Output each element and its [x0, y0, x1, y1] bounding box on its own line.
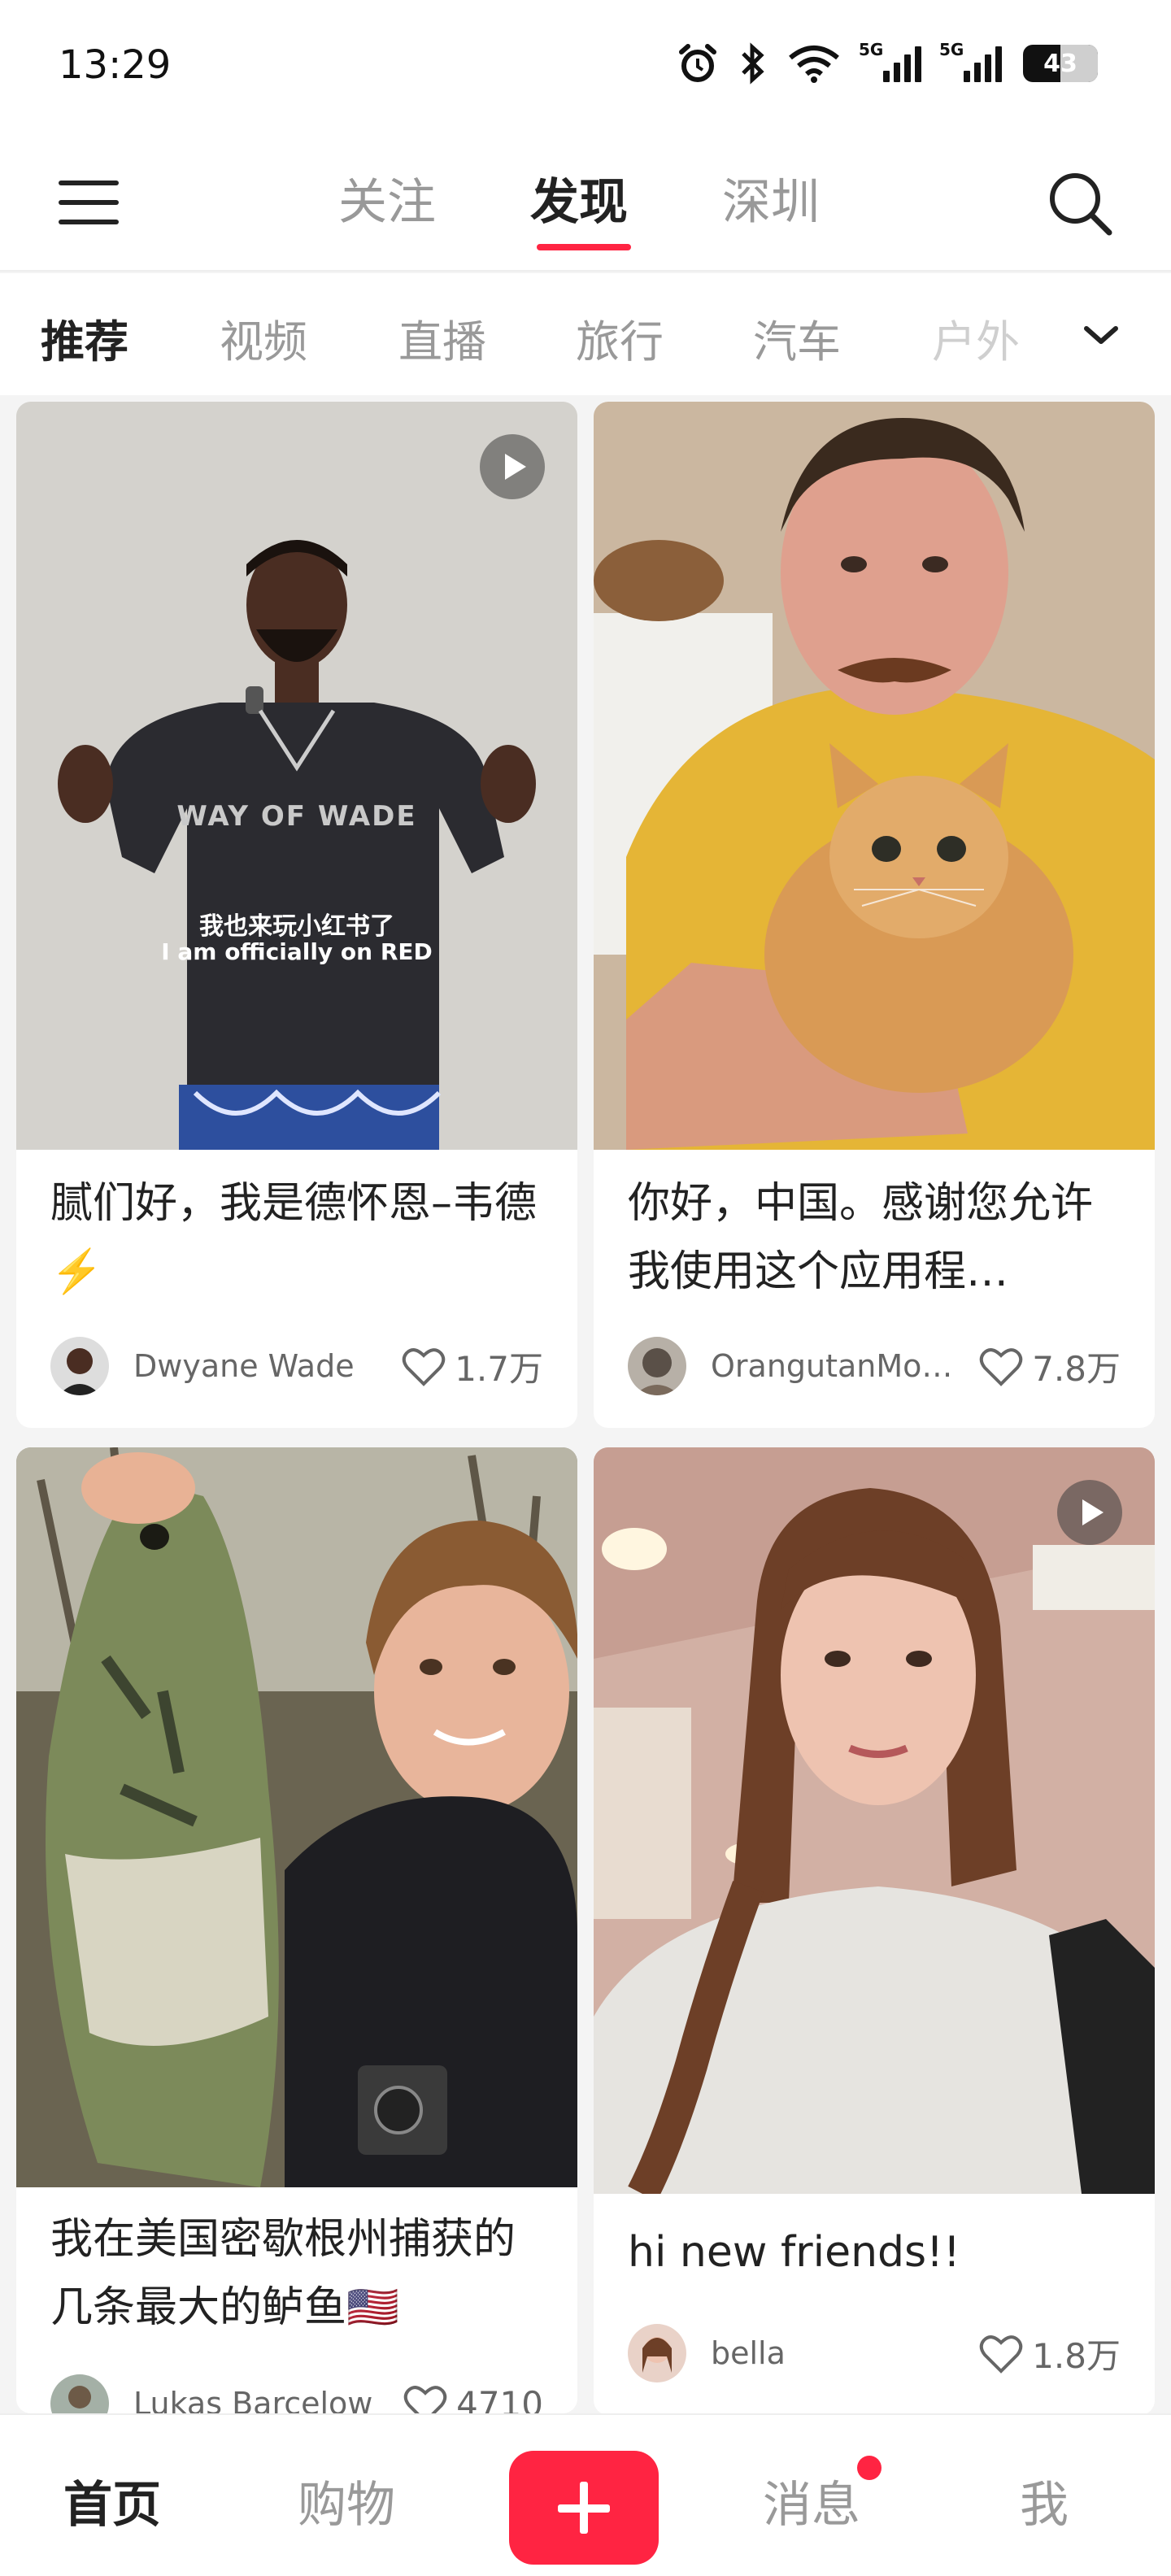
- tab-discover[interactable]: 发现: [530, 163, 628, 233]
- clock: 13:29: [59, 42, 172, 88]
- bluetooth-icon: [742, 42, 764, 85]
- nav-messages[interactable]: 消息: [763, 2465, 860, 2536]
- status-bar: 13:29 5G 5G 43: [0, 0, 1171, 130]
- author-name[interactable]: Lukas Barcelow: [133, 2386, 403, 2413]
- create-post-button[interactable]: [509, 2451, 659, 2565]
- alarm-icon: [679, 44, 716, 82]
- cover-photo: [594, 1447, 1155, 2194]
- shirt-text: WAY OF WADE: [176, 800, 417, 833]
- heart-icon: [403, 2386, 447, 2413]
- heart-icon: [979, 1348, 1023, 1386]
- author-name[interactable]: bella: [711, 2335, 978, 2371]
- bottom-navigation: 首页 购物 消息 我: [0, 2413, 1171, 2576]
- video-caption-cn: 我也来玩小红书了: [199, 912, 394, 941]
- feed-card[interactable]: 我在美国密歇根州捕获的几条最大的鲈鱼🇺🇸 Lukas Barcelow 4710: [16, 1447, 577, 2413]
- search-icon[interactable]: [1046, 169, 1114, 237]
- like-button[interactable]: 1.7万: [401, 1342, 543, 1391]
- signal-icon-2: 5G: [939, 40, 1002, 82]
- cover-image[interactable]: [594, 1447, 1155, 2194]
- heart-icon: [979, 2335, 1023, 2374]
- battery-icon: 43: [1023, 45, 1098, 82]
- like-button[interactable]: 7.8万: [978, 1342, 1121, 1391]
- nav-shopping[interactable]: 购物: [298, 2465, 395, 2536]
- post-title[interactable]: 腻们好，我是德怀恩–韦德⚡️: [50, 1169, 543, 1306]
- like-button[interactable]: 4710: [403, 2382, 543, 2413]
- feed-card[interactable]: hi new friends!! bella 1.8万: [594, 1447, 1155, 2415]
- like-button[interactable]: 1.8万: [978, 2329, 1121, 2378]
- signal-label-2: 5G: [939, 40, 964, 59]
- channel-bar: 推荐 视频 直播 旅行 汽车 户外: [0, 273, 1171, 395]
- wifi-icon: [789, 46, 839, 83]
- post-title[interactable]: 你好，中国。感谢您允许我使用这个应用程…: [628, 1169, 1121, 1306]
- signal-icon: 5G: [859, 40, 921, 82]
- channel-video[interactable]: 视频: [220, 306, 307, 370]
- cover-photo: [16, 1447, 577, 2187]
- avatar[interactable]: [628, 1337, 686, 1395]
- video-play-icon: [1057, 1480, 1122, 1545]
- cover-photo: [16, 402, 577, 1150]
- post-meta: Lukas Barcelow 4710: [50, 2374, 543, 2413]
- channel-outdoor[interactable]: 户外: [932, 306, 1020, 370]
- channel-car[interactable]: 汽车: [753, 306, 841, 370]
- avatar[interactable]: [628, 2324, 686, 2382]
- like-count: 4710: [456, 2383, 543, 2414]
- author-name[interactable]: OrangutanMo…: [711, 1348, 978, 1384]
- avatar[interactable]: [50, 1337, 109, 1395]
- cover-image[interactable]: WAY OF WADE 我也来玩小红书了 I am officially on …: [16, 402, 577, 1150]
- feed-card[interactable]: 你好，中国。感谢您允许我使用这个应用程… OrangutanMo… 7.8万: [594, 402, 1155, 1428]
- nav-home[interactable]: 首页: [63, 2465, 161, 2536]
- top-navigation: 关注 发现 深圳: [0, 130, 1171, 272]
- chevron-down-icon[interactable]: [1077, 311, 1125, 359]
- like-count: 1.8万: [1032, 2335, 1121, 2376]
- nav-profile[interactable]: 我: [1020, 2465, 1069, 2536]
- status-icons: 5G 5G 43: [677, 39, 1098, 88]
- top-tabs: 关注 发现 深圳: [0, 163, 1171, 244]
- tab-following[interactable]: 关注: [338, 163, 436, 233]
- post-title[interactable]: hi new friends!!: [628, 2218, 1121, 2287]
- like-count: 7.8万: [1032, 1348, 1121, 1389]
- heart-icon: [402, 1348, 446, 1386]
- cover-image[interactable]: [594, 402, 1155, 1150]
- post-meta: OrangutanMo… 7.8万: [628, 1337, 1121, 1395]
- active-tab-indicator: [537, 244, 631, 250]
- channel-travel[interactable]: 旅行: [576, 306, 664, 370]
- notification-dot: [857, 2456, 882, 2480]
- post-title[interactable]: 我在美国密歇根州捕获的几条最大的鲈鱼🇺🇸: [50, 2205, 543, 2342]
- avatar[interactable]: [50, 2374, 109, 2413]
- cover-image[interactable]: [16, 1447, 577, 2187]
- like-count: 1.7万: [455, 1348, 543, 1389]
- app-screen: 13:29 5G 5G 43 关注 发现 深圳 推荐 视频 直播 旅行 汽车 户…: [0, 0, 1171, 2576]
- signal-label: 5G: [859, 40, 884, 59]
- video-play-icon: [480, 434, 545, 499]
- post-meta: Dwyane Wade 1.7万: [50, 1337, 543, 1395]
- author-name[interactable]: Dwyane Wade: [133, 1348, 401, 1384]
- channel-recommend[interactable]: 推荐: [41, 306, 128, 370]
- cover-photo: [594, 402, 1155, 1150]
- channel-live[interactable]: 直播: [398, 306, 486, 370]
- post-meta: bella 1.8万: [628, 2324, 1121, 2382]
- battery-level: 43: [1043, 49, 1077, 78]
- tab-local-city[interactable]: 深圳: [722, 163, 820, 233]
- feed-card[interactable]: WAY OF WADE 我也来玩小红书了 I am officially on …: [16, 402, 577, 1428]
- video-caption-en: I am officially on RED: [161, 938, 433, 965]
